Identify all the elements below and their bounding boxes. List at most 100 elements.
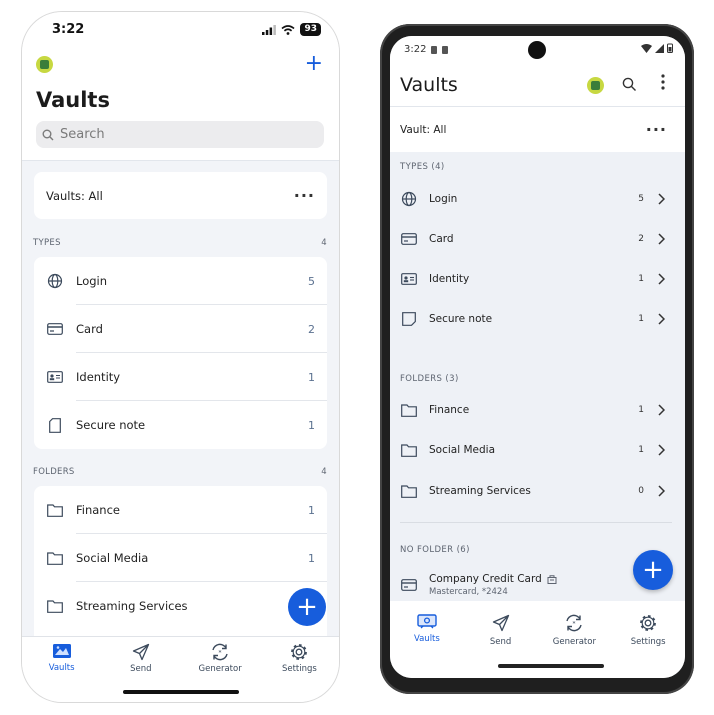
item-subtitle: Mastercard, *2424 <box>429 587 508 597</box>
android-header: 3:22 Vaults Vault: All ··· <box>390 36 685 152</box>
send-icon <box>132 643 150 661</box>
home-indicator <box>498 664 604 668</box>
row-count: 5 <box>638 194 644 204</box>
folder-icon <box>401 403 417 417</box>
chevron-right-icon <box>658 273 665 285</box>
card-icon <box>47 323 63 335</box>
card-icon <box>401 233 417 245</box>
id-card-icon <box>401 273 417 285</box>
tab-label: Send <box>489 637 512 647</box>
tab-settings[interactable]: Settings <box>264 643 334 702</box>
vault-filter-label: Vault: All <box>400 123 447 136</box>
folder-icon <box>47 599 63 613</box>
tab-label: Vaults <box>48 663 75 673</box>
card-icon <box>401 579 417 591</box>
type-row-identity[interactable]: Identity 1 <box>34 353 327 401</box>
no-folder-section-header: NO FOLDER (6) <box>400 545 470 555</box>
row-label: Login <box>76 274 108 288</box>
gear-icon <box>640 615 657 631</box>
type-row-secure-note[interactable]: Secure note 1 <box>34 401 327 449</box>
folders-count: 4 <box>321 467 327 477</box>
types-section-header: TYPES 4 <box>33 238 327 248</box>
row-count: 1 <box>638 314 644 324</box>
row-label: Streaming Services <box>429 485 531 497</box>
page-title: Vaults <box>36 88 110 112</box>
row-label: Secure note <box>429 313 493 325</box>
row-label: Streaming Services <box>76 599 188 613</box>
vault-filter[interactable]: Vaults: All ··· <box>34 172 327 219</box>
wifi-icon <box>641 43 652 53</box>
tab-vaults[interactable]: Vaults <box>392 614 462 678</box>
status-time: 3:22 <box>52 22 85 37</box>
search-input[interactable]: Search <box>36 121 324 148</box>
folder-row-streaming-services[interactable]: Streaming Services 0 <box>390 471 685 511</box>
folder-row-social-media[interactable]: Social Media 1 <box>34 534 327 582</box>
tab-generator[interactable]: * Generator <box>539 614 609 678</box>
vault-filter[interactable]: Vault: All ··· <box>390 106 685 152</box>
chevron-right-icon <box>658 233 665 245</box>
row-count: 0 <box>638 486 644 496</box>
type-row-card[interactable]: Card 2 <box>390 219 685 259</box>
signal-icon <box>655 43 664 53</box>
status-icons: 93 <box>262 23 321 36</box>
search-button[interactable] <box>622 77 637 96</box>
folder-row-finance[interactable]: Finance 1 <box>34 486 327 534</box>
folder-icon <box>401 484 417 498</box>
ios-header: 3:22 93 + Vaults Search <box>22 12 339 161</box>
notification-icon <box>442 45 449 54</box>
id-card-icon <box>47 371 63 383</box>
chevron-right-icon <box>658 313 665 325</box>
row-label: Finance <box>76 503 120 517</box>
add-item-fab[interactable]: + <box>633 550 673 590</box>
add-item-fab[interactable]: + <box>288 588 326 626</box>
more-icon[interactable]: ··· <box>294 186 315 205</box>
folder-row-social-media[interactable]: Social Media 1 <box>390 430 685 470</box>
wifi-icon <box>281 24 296 35</box>
type-row-secure-note[interactable]: Secure note 1 <box>390 299 685 339</box>
more-icon[interactable]: ··· <box>646 120 667 139</box>
type-row-login[interactable]: Login 5 <box>390 179 685 219</box>
svg-text:*: * <box>219 650 222 657</box>
signal-icon <box>262 24 277 35</box>
folders-section-header: FOLDERS (3) <box>400 374 459 384</box>
search-icon <box>622 77 636 91</box>
vault-icon <box>417 614 437 629</box>
tab-vaults[interactable]: Vaults <box>27 643 97 702</box>
folder-row-finance[interactable]: Finance 1 <box>390 390 685 430</box>
row-count: 1 <box>308 551 315 565</box>
folders-label: FOLDERS <box>33 467 75 477</box>
row-count: 1 <box>308 370 315 384</box>
row-count: 1 <box>638 445 644 455</box>
row-label: Login <box>429 193 458 205</box>
row-count: 1 <box>638 405 644 415</box>
item-title: Company Credit Card <box>429 573 542 585</box>
row-label: Card <box>76 322 103 336</box>
types-label: TYPES <box>33 238 61 248</box>
types-count: 4 <box>321 238 327 248</box>
type-row-login[interactable]: Login 5 <box>34 257 327 305</box>
type-row-identity[interactable]: Identity 1 <box>390 259 685 299</box>
row-label: Identity <box>76 370 121 384</box>
tab-settings[interactable]: Settings <box>613 614 683 678</box>
svg-text:*: * <box>573 621 576 628</box>
type-row-card[interactable]: Card 2 <box>34 305 327 353</box>
avatar[interactable] <box>587 77 604 94</box>
folder-row-streaming-services[interactable]: Streaming Services <box>34 582 327 630</box>
avatar[interactable] <box>36 56 53 73</box>
row-count: 1 <box>308 503 315 517</box>
ios-phone: 3:22 93 + Vaults Search Vaults: All ··· … <box>22 12 339 702</box>
folders-list: Finance 1 Social Media 1 Streaming Servi… <box>34 486 327 656</box>
tab-label: Send <box>130 664 152 674</box>
more-options-button[interactable] <box>658 74 668 90</box>
tab-label: Settings <box>630 637 666 647</box>
add-item-button[interactable]: + <box>305 53 323 75</box>
chevron-right-icon <box>658 193 665 205</box>
types-list: Login 5 Card 2 Identity 1 Secure note 1 <box>34 257 327 449</box>
row-label: Finance <box>429 404 470 416</box>
status-time-text: 3:22 <box>404 44 427 55</box>
row-count: 2 <box>638 234 644 244</box>
types-section-header: TYPES (4) <box>400 162 445 172</box>
folder-icon <box>47 503 63 517</box>
battery-icon: 93 <box>300 23 321 36</box>
tab-send[interactable]: Send <box>466 614 536 678</box>
